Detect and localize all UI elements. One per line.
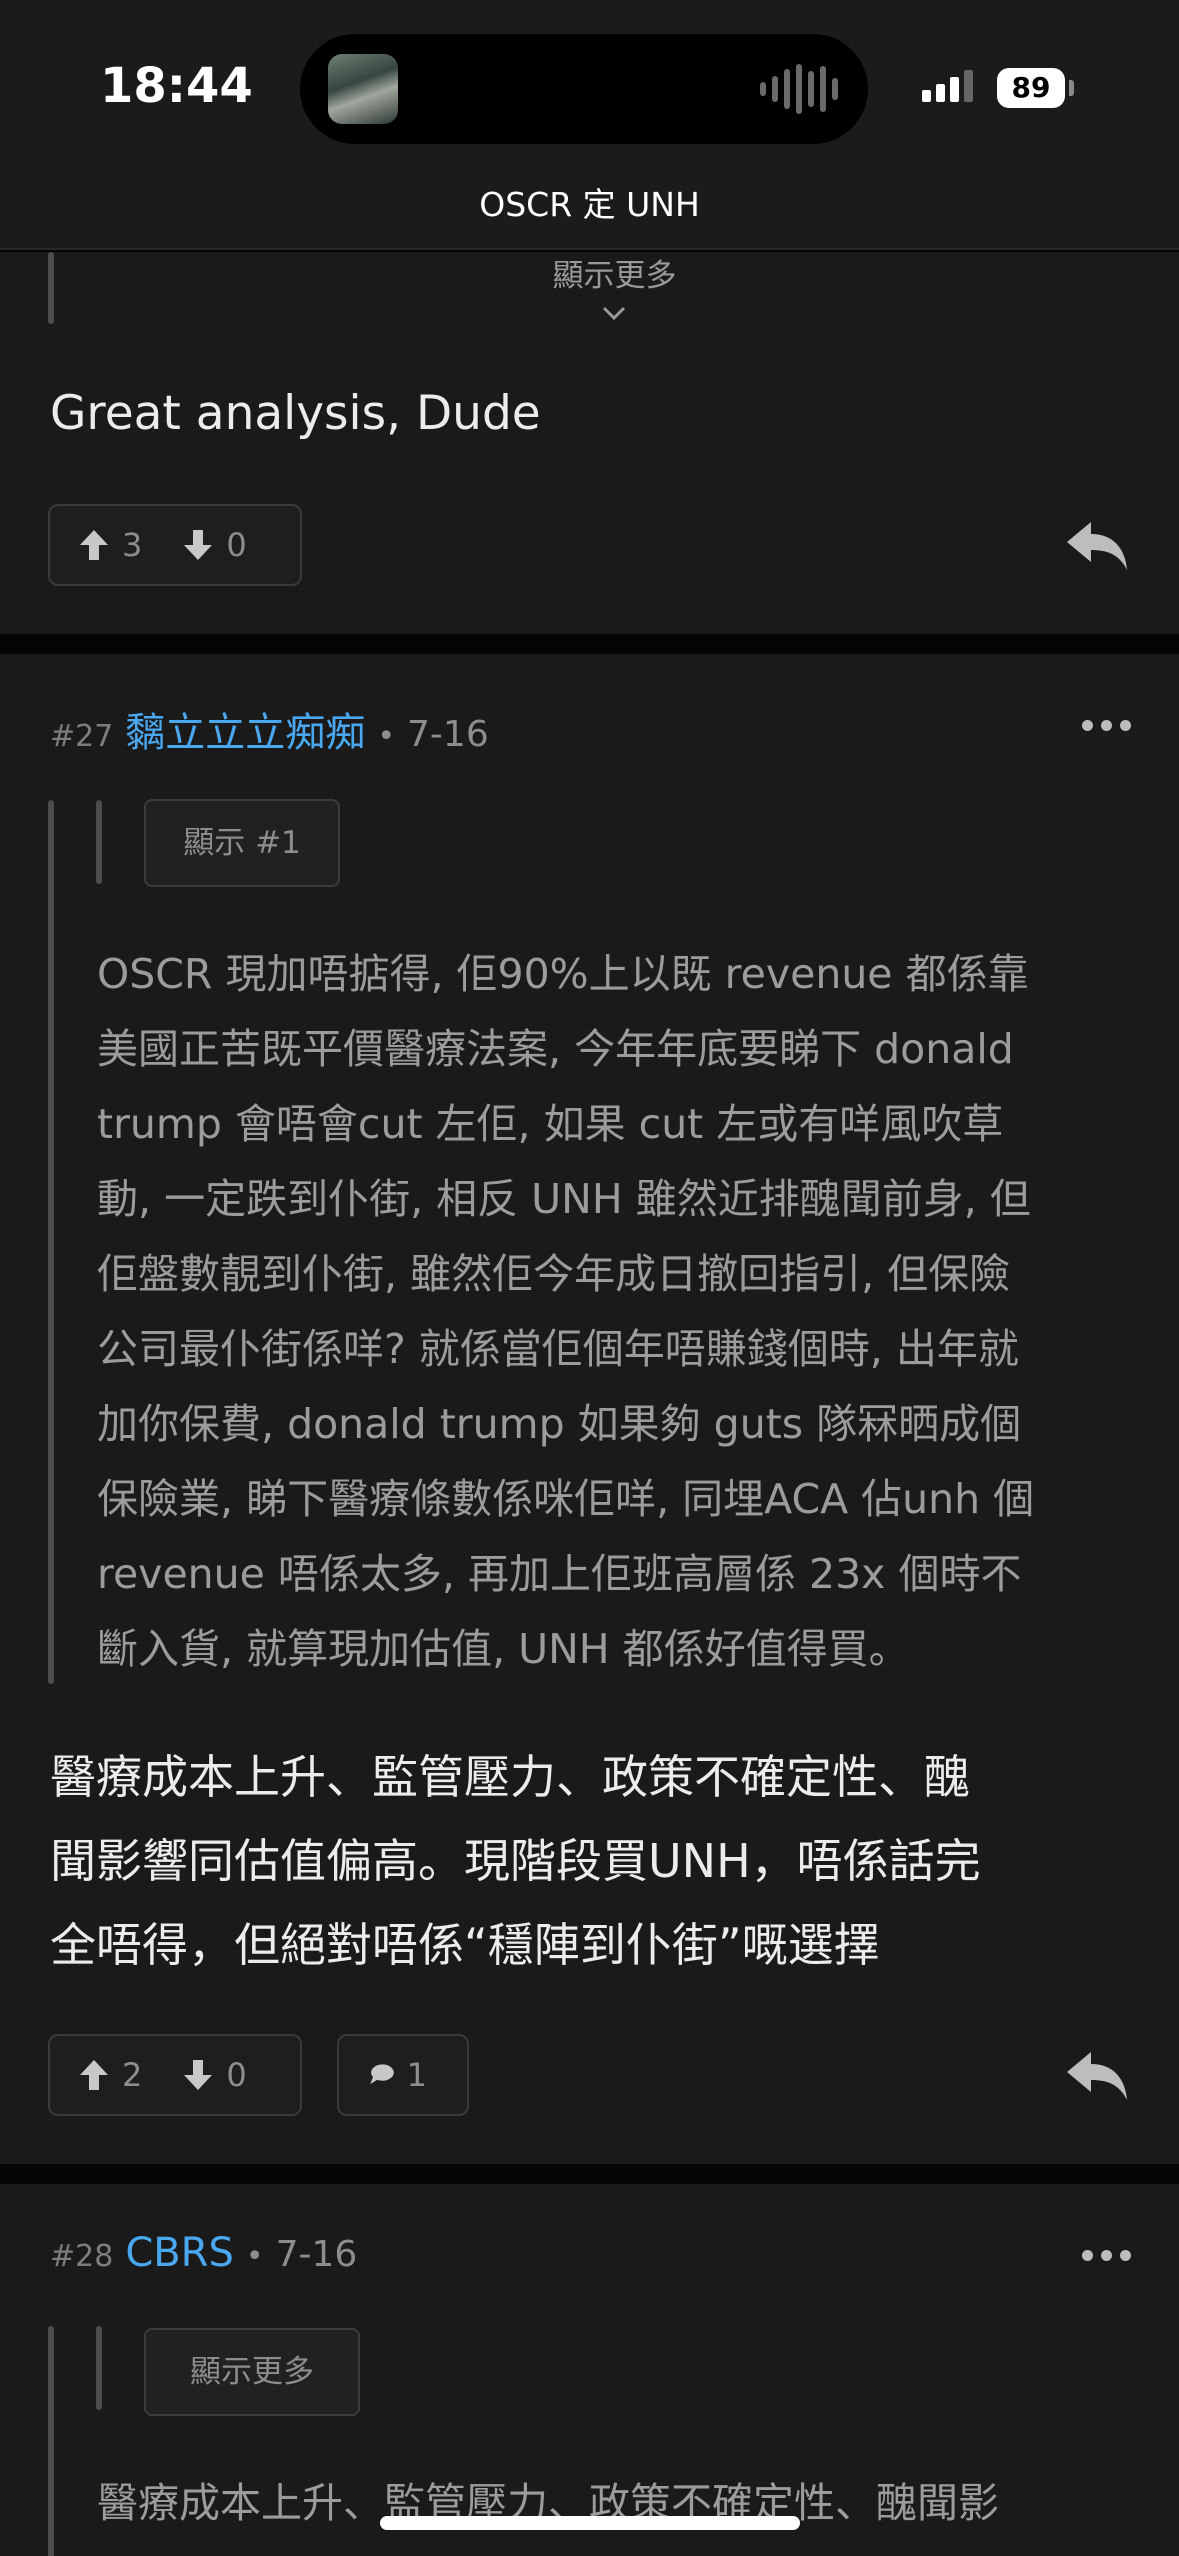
post-meta: #27 黐立立立痴痴 • 7-16 [50, 700, 489, 758]
downvote-icon[interactable] [182, 528, 214, 562]
dynamic-island[interactable] [300, 34, 868, 144]
upvote-icon[interactable] [78, 528, 110, 562]
quote-bar [48, 800, 54, 1684]
comment-bubble-icon [370, 2064, 394, 2084]
quote-line: OSCR 現加唔掂得, 佢90%上以既 revenue 都係靠 [97, 950, 1029, 998]
comment-text: 醫療成本上升、監管壓力、政策不確定性、醜 聞影響同估值偏高。現階段買UNH，唔係… [50, 1735, 1140, 1987]
reply-icon[interactable] [1065, 2050, 1129, 2102]
battery-cap [1069, 80, 1074, 96]
downvote-count: 0 [226, 526, 247, 564]
comment-line: 全唔得，但絕對唔係“穩陣到仆街”嘅選擇 [50, 1918, 880, 1972]
quote-inner-bar [96, 2326, 102, 2410]
home-indicator[interactable] [380, 2516, 800, 2530]
floor-number: #28 [50, 2239, 114, 2274]
quote-bar [48, 2326, 54, 2556]
quote-line: 動, 一定跌到仆街, 相反 UNH 雖然近排醜聞前身, 但 [97, 1175, 1031, 1223]
reply-icon[interactable] [1065, 520, 1129, 572]
upvote-icon[interactable] [78, 2058, 110, 2092]
quote-line: 保險業, 睇下醫療條數係咪佢咩, 同埋ACA 佔unh 個 [97, 1475, 1035, 1523]
cellular-signal-icon [922, 70, 973, 102]
floor-number: #27 [50, 719, 114, 754]
username-link[interactable]: CBRS [125, 2230, 234, 2276]
top-bar: 18:44 89 OSCR 定 UNH [0, 0, 1179, 250]
quote-line: 佢盤數靚到仆街, 雖然佢今年成日撤回指引, 但保險 [97, 1250, 1011, 1298]
upvote-count: 3 [122, 526, 143, 564]
status-time: 18:44 [100, 58, 253, 114]
upvote-count: 2 [122, 2056, 143, 2094]
comment-text: Great analysis, Dude [50, 386, 541, 441]
post-date: 7-16 [407, 714, 489, 755]
chevron-down-icon[interactable] [601, 300, 627, 326]
quote-line: trump 會唔會cut 左佢, 如果 cut 左或有咩風吹草 [97, 1100, 1004, 1148]
quote-line: revenue 唔係太多, 再加上佢班高層係 23x 個時不 [97, 1550, 1022, 1598]
comment-line: 醫療成本上升、監管壓力、政策不確定性、醜 [50, 1750, 970, 1804]
show-more-button[interactable]: 顯示更多 [0, 250, 1179, 295]
battery-icon: 89 [997, 68, 1065, 108]
show-more-button[interactable]: 顯示更多 [144, 2328, 360, 2416]
quote-line: 斷入貨, 就算現加估值, UNH 都係好值得買。 [97, 1625, 910, 1673]
page-title: OSCR 定 UNH [479, 185, 700, 224]
screen: 18:44 89 OSCR 定 UNH 顯示更多 Great analysis,… [0, 0, 1179, 2556]
quote-line: 美國正苦既平價醫療法案, 今年年底要睇下 donald [97, 1025, 1014, 1073]
now-playing-artwork [328, 54, 398, 124]
more-options-icon[interactable] [1082, 2250, 1131, 2261]
quoted-text: OSCR 現加唔掂得, 佢90%上以既 revenue 都係靠 美國正苦既平價醫… [97, 937, 1147, 1687]
separator: • [245, 2239, 264, 2274]
vote-box: 2 0 [48, 2034, 302, 2116]
comment-line: 聞影響同估值偏高。現階段買UNH，唔係話完 [50, 1834, 981, 1888]
quote-line: 加你保費, donald trump 如果夠 guts 隊冧晒成個 [97, 1400, 1022, 1448]
quote-line: 公司最仆街係咩? 就係當佢個年唔賺錢個時, 出年就 [97, 1325, 1019, 1373]
comments-button[interactable]: 1 [337, 2034, 469, 2116]
audio-waveform-icon [760, 64, 838, 114]
post-meta: #28 CBRS • 7-16 [50, 2230, 357, 2276]
comment-count: 1 [406, 2056, 427, 2094]
separator: • [377, 719, 396, 754]
downvote-count: 0 [226, 2056, 247, 2094]
show-quote-button[interactable]: 顯示 #1 [144, 799, 340, 887]
username-link[interactable]: 黐立立立痴痴 [125, 700, 365, 758]
more-options-icon[interactable] [1082, 720, 1131, 731]
quote-inner-bar [96, 800, 102, 884]
vote-box: 3 0 [48, 504, 302, 586]
downvote-icon[interactable] [182, 2058, 214, 2092]
post-date: 7-16 [275, 2234, 358, 2275]
